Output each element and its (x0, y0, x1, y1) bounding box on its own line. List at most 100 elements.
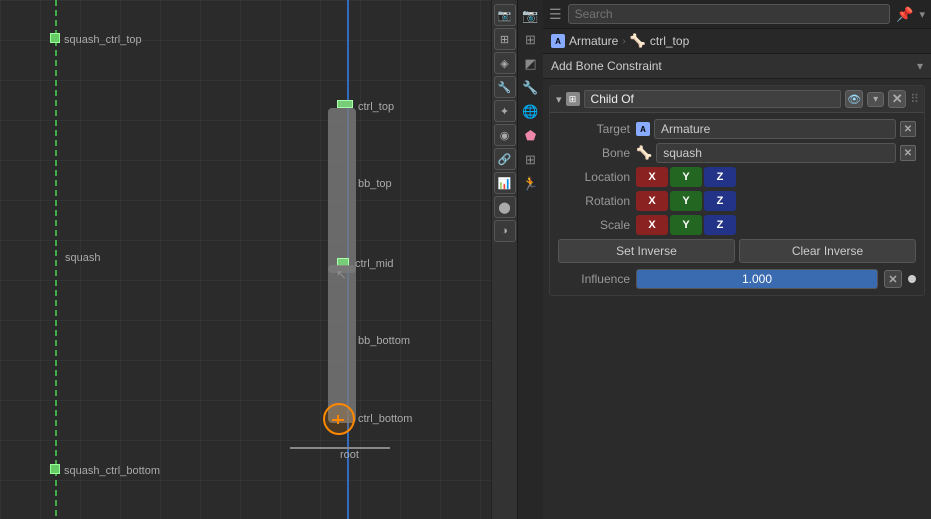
location-row: Location X Y Z (558, 167, 916, 187)
constraint-name-field[interactable] (584, 90, 842, 108)
scale-xyz-group: X Y Z (636, 215, 736, 235)
scale-y-button[interactable]: Y (670, 215, 702, 235)
target-armature-icon: A (636, 122, 650, 136)
breadcrumb-separator: › (622, 36, 625, 47)
pin-button[interactable]: 📌 (896, 6, 913, 23)
location-z-button[interactable]: Z (704, 167, 736, 187)
panel-icon-scene[interactable]: 🔧 (521, 78, 541, 98)
bone-chain-line-left (55, 0, 57, 519)
armature-icon: A (551, 34, 565, 48)
bone-row: Bone 🦴 ✕ (558, 143, 916, 163)
label-squash-ctrl-top: squash_ctrl_top (64, 34, 142, 46)
bone-node-squash-ctrl-top[interactable] (50, 33, 60, 43)
constraint-expand-button[interactable]: ▾ (867, 92, 884, 107)
constraint-delete-button[interactable]: ✕ (888, 90, 906, 108)
constraint-collapse-icon[interactable]: ▾ (556, 93, 562, 106)
panel-icon-particles[interactable]: 🏃 (521, 174, 541, 194)
tool-grid[interactable]: ⊞ (494, 28, 516, 50)
clear-inverse-button[interactable]: Clear Inverse (739, 239, 916, 263)
target-label: Target (558, 122, 630, 136)
bone-icon: 🦴 (630, 33, 646, 49)
label-squash-ctrl-bottom: squash_ctrl_bottom (64, 465, 160, 477)
panel-icon-view[interactable]: ◩ (521, 54, 541, 74)
bone-clear-button[interactable]: ✕ (900, 145, 916, 161)
influence-row: Influence 1.000 ✕ (558, 269, 916, 289)
ctrl-cross-h (332, 419, 344, 421)
add-constraint-arrow-icon: ▾ (917, 59, 923, 73)
search-input[interactable] (568, 4, 890, 24)
scale-label: Scale (558, 218, 630, 232)
tool-modifier[interactable]: 🔧 (494, 76, 516, 98)
tool-camera[interactable]: 📷 (494, 4, 516, 26)
label-squash: squash (65, 252, 100, 264)
tool-physics[interactable]: ◉ (494, 124, 516, 146)
label-bb-top: bb_top (358, 178, 392, 190)
constraint-header: ▾ ⊞ 👁 ▾ ✕ ⠿ (550, 86, 924, 113)
tool-particles[interactable]: ✦ (494, 100, 516, 122)
breadcrumb-armature[interactable]: Armature (569, 34, 618, 48)
bone-body-bottom (328, 265, 356, 423)
rotation-x-button[interactable]: X (636, 191, 668, 211)
label-ctrl-bottom: ctrl_bottom (358, 413, 412, 425)
add-constraint-row[interactable]: Add Bone Constraint ▾ (543, 54, 931, 79)
location-x-button[interactable]: X (636, 167, 668, 187)
tool-shading[interactable]: ◑ (494, 220, 516, 242)
inverse-action-row: Set Inverse Clear Inverse (558, 239, 916, 263)
panel-icon-modifier[interactable]: ⊞ (521, 150, 541, 170)
constraint-type-icon: ⊞ (566, 92, 580, 106)
tool-object[interactable]: ◈ (494, 52, 516, 74)
add-constraint-label: Add Bone Constraint (551, 59, 917, 73)
location-y-button[interactable]: Y (670, 167, 702, 187)
target-row: Target A ✕ (558, 119, 916, 139)
influence-label: Influence (558, 272, 630, 286)
scale-x-button[interactable]: X (636, 215, 668, 235)
location-label: Location (558, 170, 630, 184)
breadcrumb-bone[interactable]: ctrl_top (650, 34, 689, 48)
viewport-toolbar: 📷 ⊞ ◈ 🔧 ✦ ◉ 🔗 📊 ⬤ ◑ (491, 0, 517, 519)
constraint-block: ▾ ⊞ 👁 ▾ ✕ ⠿ Target A ✕ (549, 85, 925, 296)
properties-panel: ☰ 📌 ▾ A Armature › 🦴 ctrl_top Add Bone C… (543, 0, 931, 519)
location-xyz-group: X Y Z (636, 167, 736, 187)
header-expand-icon[interactable]: ▾ (919, 8, 925, 21)
bone-value-wrap: 🦴 ✕ (636, 143, 916, 163)
tool-constraints[interactable]: 🔗 (494, 148, 516, 170)
rotation-label: Rotation (558, 194, 630, 208)
label-ctrl-top: ctrl_top (358, 101, 394, 113)
breadcrumb: A Armature › 🦴 ctrl_top (543, 29, 931, 54)
tool-data[interactable]: 📊 (494, 172, 516, 194)
bone-body-top (328, 108, 356, 273)
panel-icon-output[interactable]: ⊞ (521, 30, 541, 50)
rotation-z-button[interactable]: Z (704, 191, 736, 211)
set-inverse-button[interactable]: Set Inverse (558, 239, 735, 263)
constraint-menu-dots[interactable]: ⠿ (910, 92, 918, 106)
panel-icon-render[interactable]: 📷 (521, 6, 541, 26)
panel-icon-world[interactable]: 🌐 (521, 102, 541, 122)
bone-input[interactable] (656, 143, 896, 163)
influence-keyframe-dot (908, 275, 916, 283)
constraint-visibility-button[interactable]: 👁 (845, 90, 863, 108)
target-clear-button[interactable]: ✕ (900, 121, 916, 137)
right-panel: 📷 ⊞ ◩ 🔧 🌐 ⬟ ⊞ 🏃 ☰ 📌 ▾ A Armature › 🦴 ctr… (517, 0, 931, 519)
bone-icon-small: 🦴 (636, 145, 652, 161)
bone-label: Bone (558, 146, 630, 160)
label-root: root (340, 449, 359, 461)
rotation-row: Rotation X Y Z (558, 191, 916, 211)
influence-reset-button[interactable]: ✕ (884, 270, 902, 288)
influence-slider[interactable]: 1.000 (636, 269, 878, 289)
bone-node-ctrl-top[interactable] (337, 100, 353, 108)
viewport[interactable]: squash_ctrl_top ctrl_top bb_top ctrl_mid… (0, 0, 517, 519)
label-ctrl-mid: ctrl_mid (355, 258, 394, 270)
target-input[interactable] (654, 119, 896, 139)
panel-icon-object[interactable]: ⬟ (521, 126, 541, 146)
prop-header: ☰ 📌 ▾ (543, 0, 931, 29)
rotation-xyz-wrap: X Y Z (636, 191, 916, 211)
header-menu-icon[interactable]: ☰ (549, 6, 562, 23)
label-bb-bottom: bb_bottom (358, 335, 410, 347)
target-value-wrap: A ✕ (636, 119, 916, 139)
rotation-xyz-group: X Y Z (636, 191, 736, 211)
scale-xyz-wrap: X Y Z (636, 215, 916, 235)
rotation-y-button[interactable]: Y (670, 191, 702, 211)
bone-node-squash-ctrl-bottom[interactable] (50, 464, 60, 474)
tool-material[interactable]: ⬤ (494, 196, 516, 218)
scale-z-button[interactable]: Z (704, 215, 736, 235)
